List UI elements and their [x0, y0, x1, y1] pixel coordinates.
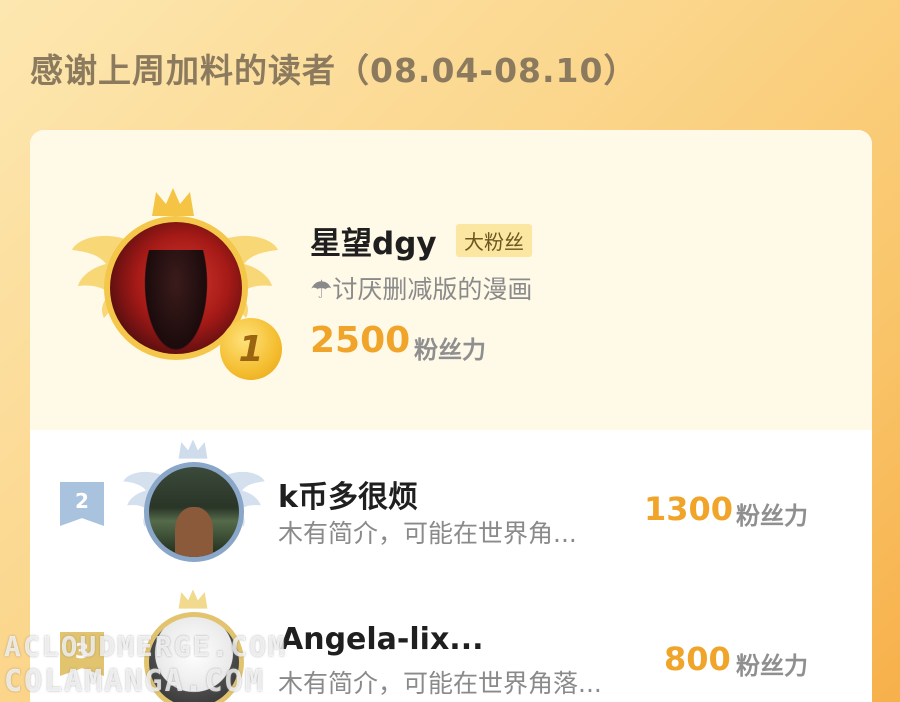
ranking-panel: 1 星望dgy 大粉丝 ☂讨厌删减版的漫画 2500 粉丝力 2 k币多很烦 木…: [30, 130, 872, 702]
list-item[interactable]: 2 k币多很烦 木有简介，可能在世界角... 1300 粉丝力: [30, 430, 872, 580]
top-reader-card[interactable]: 1 星望dgy 大粉丝 ☂讨厌删减版的漫画 2500 粉丝力: [30, 130, 872, 430]
avatar[interactable]: [144, 462, 244, 562]
reader-bio: 木有简介，可能在世界角...: [278, 519, 577, 548]
reader-bio: ☂讨厌删减版的漫画: [310, 275, 533, 304]
fan-power-value: 800: [664, 640, 731, 678]
rank-badge: 1: [220, 318, 282, 380]
fan-power-unit: 粉丝力: [414, 336, 486, 364]
fan-level-badge: 大粉丝: [456, 224, 532, 257]
reader-bio: 木有简介，可能在世界角落...: [278, 669, 602, 698]
site-watermark: COLAMANGA.COM: [4, 664, 265, 699]
rank1-avatar-frame: 1: [70, 180, 282, 380]
fan-power-unit: 粉丝力: [736, 502, 808, 530]
fan-power-unit: 粉丝力: [736, 652, 808, 680]
reader-name[interactable]: Angela-lix...: [280, 622, 483, 657]
site-watermark: ACLOUDMERGE.COM: [4, 630, 287, 663]
reader-name[interactable]: 星望dgy: [310, 218, 437, 263]
page-title: 感谢上周加料的读者（08.04-08.10）: [30, 51, 638, 90]
crown-icon: [178, 589, 208, 609]
fan-power-value: 1300: [644, 490, 734, 528]
rank-badge: 2: [60, 482, 104, 526]
crown-icon: [178, 439, 208, 459]
reader-name[interactable]: k币多很烦: [278, 472, 418, 516]
crown-icon: [152, 188, 194, 216]
fan-power-value: 2500: [310, 320, 411, 361]
